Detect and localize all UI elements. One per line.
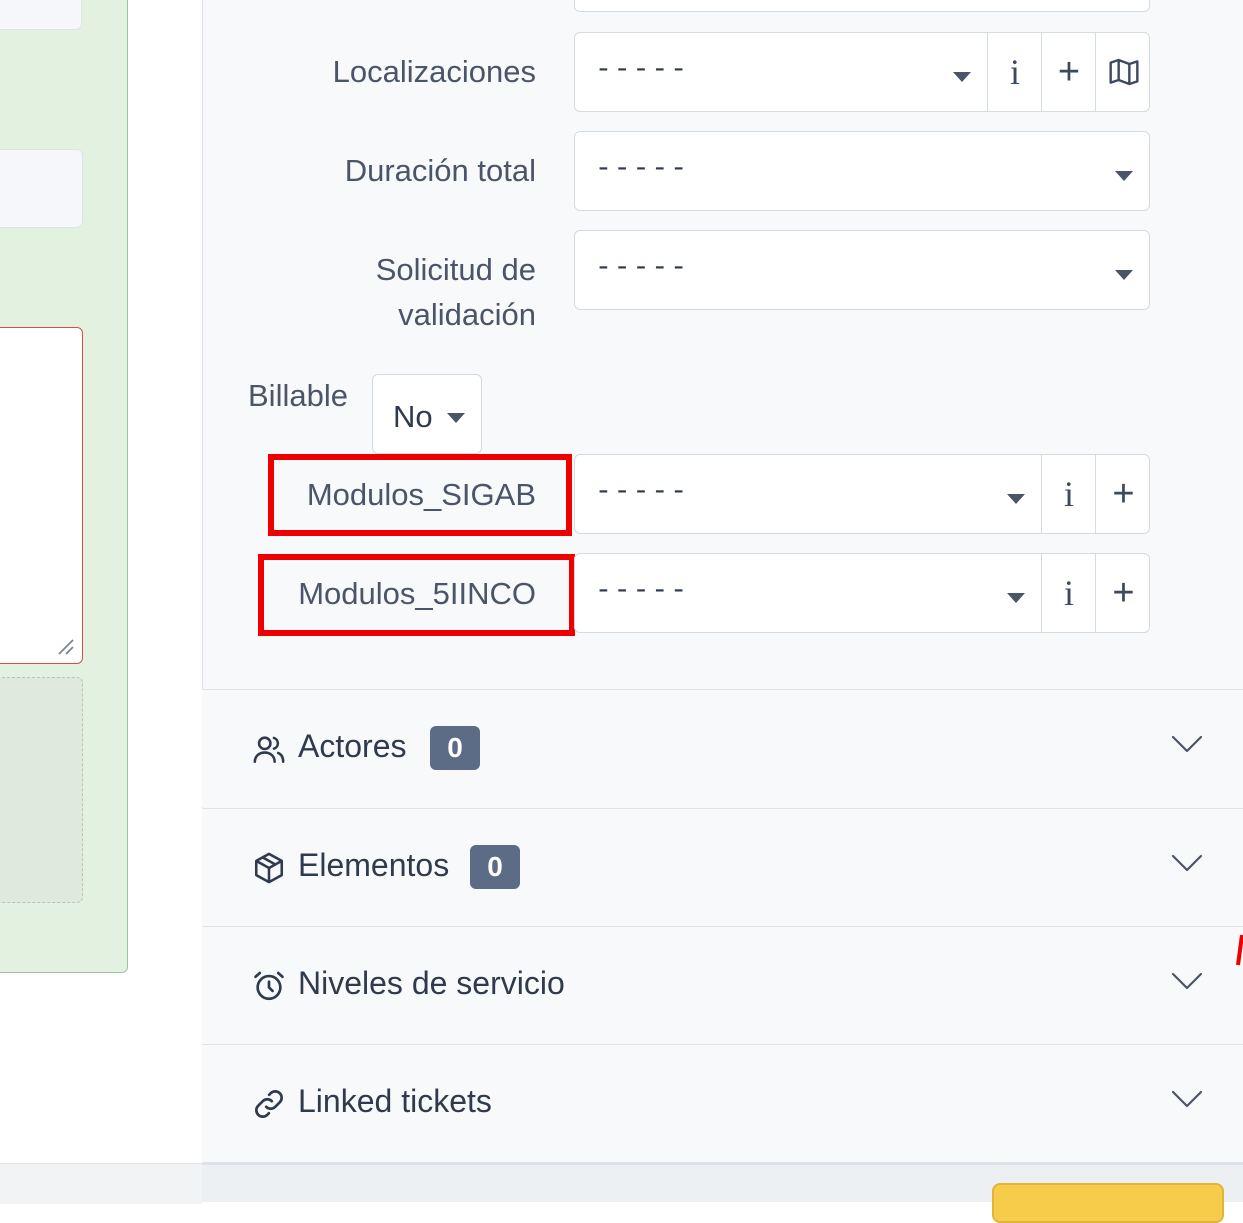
chevron-down-icon [1007,494,1025,504]
localizaciones-label: Localizaciones [332,54,536,89]
plus-icon: + [1112,571,1135,614]
link-icon [255,1090,283,1118]
description-textarea[interactable] [0,327,83,664]
save-button[interactable] [992,1183,1224,1223]
solicitud-validacion-label-line2: validación [398,297,536,332]
modulos-5iinco-label: Modulos_5IINCO [298,576,536,611]
localizaciones-info-button[interactable]: i [987,33,1042,111]
chevron-down-icon [1115,171,1133,181]
modulos-sigab-label: Modulos_SIGAB [306,477,536,512]
left-form-panel [0,0,128,973]
left-input-field[interactable] [0,149,83,228]
alarm-clock-icon [254,971,284,1001]
localizaciones-select[interactable]: ----- i + [574,32,1150,112]
elementos-section-header[interactable]: Elementos 0 [202,808,1243,926]
solicitud-validacion-value: ----- [595,253,690,284]
billable-select[interactable]: No [372,374,482,454]
localizaciones-add-button[interactable]: + [1041,33,1096,111]
actores-section-header[interactable]: Actores 0 [202,689,1243,807]
modulos-sigab-info-button[interactable]: i [1041,455,1096,533]
duracion-total-value: ----- [595,154,690,185]
left-footer-strip [0,1163,202,1204]
plus-icon: + [1112,472,1135,515]
previous-field-input[interactable] [574,0,1150,12]
chevron-down-icon [1115,270,1133,280]
map-icon [1108,58,1139,86]
left-input-stub[interactable] [0,0,82,30]
modulos-sigab-select[interactable]: ----- i + [574,454,1150,534]
billable-label: Billable [248,378,348,413]
modulos-5iinco-value: ----- [595,576,690,607]
resize-handle-icon[interactable] [56,637,74,655]
file-dropzone[interactable] [0,677,83,903]
localizaciones-map-button[interactable] [1095,33,1151,111]
duracion-total-label: Duración total [344,153,536,188]
billable-value: No [393,399,433,434]
modulos-5iinco-info-button[interactable]: i [1041,554,1096,632]
elementos-title: Elementos [298,847,450,883]
solicitud-validacion-label-line1: Solicitud de [375,252,536,287]
elementos-count-badge: 0 [470,845,520,889]
chevron-down-icon[interactable] [1171,853,1203,873]
chevron-down-icon [953,72,971,82]
chevron-down-icon[interactable] [1171,971,1203,991]
niveles-servicio-title: Niveles de servicio [298,965,565,1001]
duracion-total-select[interactable]: ----- [574,131,1150,211]
linked-tickets-section-header[interactable]: Linked tickets [202,1044,1243,1162]
annotation-arrow-fragment [1236,935,1243,966]
actores-title: Actores [298,728,407,764]
info-icon: i [1063,474,1074,514]
chevron-down-icon [1007,593,1025,603]
info-icon: i [1063,573,1074,613]
solicitud-validacion-select[interactable]: ----- [574,230,1150,310]
localizaciones-value: ----- [595,55,690,86]
info-icon: i [1009,52,1020,92]
chevron-down-icon[interactable] [1171,1089,1203,1109]
modulos-sigab-value: ----- [595,477,690,508]
actores-count-badge: 0 [430,726,480,770]
linked-tickets-title: Linked tickets [298,1083,492,1119]
chevron-down-icon [447,413,465,423]
modulos-sigab-add-button[interactable]: + [1095,455,1151,533]
modulos-5iinco-select[interactable]: ----- i + [574,553,1150,633]
users-icon [253,736,285,764]
niveles-servicio-section-header[interactable]: Niveles de servicio [202,926,1243,1044]
plus-icon: + [1057,50,1081,93]
chevron-down-icon[interactable] [1171,734,1203,754]
box-icon [254,852,284,884]
modulos-5iinco-add-button[interactable]: + [1095,554,1151,632]
